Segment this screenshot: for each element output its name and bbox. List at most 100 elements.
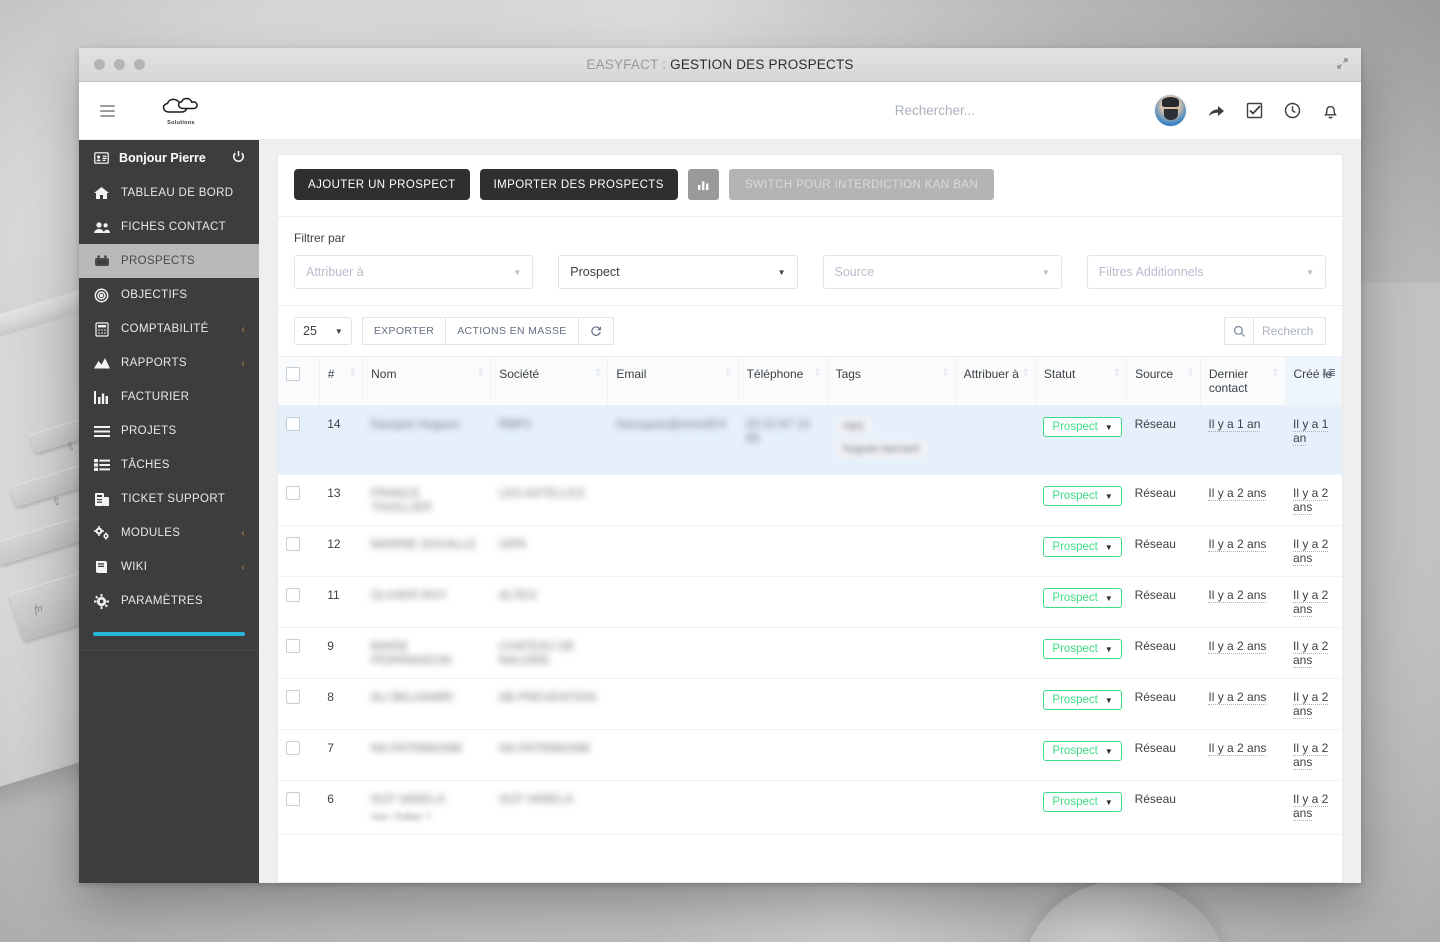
column-header-téléphone[interactable]: Téléphone ⇕ bbox=[738, 356, 828, 406]
select-all-header[interactable] bbox=[278, 356, 320, 406]
sidebar-item-objectifs[interactable]: OBJECTIFS bbox=[79, 278, 259, 312]
sidebar-item-ticket-support[interactable]: TICKET SUPPORT bbox=[79, 482, 259, 516]
tag-chip[interactable]: hugues tancard bbox=[835, 440, 927, 458]
status-badge[interactable]: Prospect ▼ bbox=[1043, 588, 1122, 608]
table-row[interactable]: 12 MARINE DOUALLE GIPA Prospect ▼ Réseau Il y … bbox=[278, 525, 1342, 577]
table-row[interactable]: 14 Dacquin Hugues RMP1 haucques@msnd9.fr 03 … bbox=[278, 405, 1342, 475]
row-statut[interactable]: Prospect ▼ bbox=[1035, 627, 1127, 679]
sidebar-item-wiki[interactable]: WIKI ‹ bbox=[79, 550, 259, 584]
row-statut[interactable]: Prospect ▼ bbox=[1035, 474, 1127, 526]
row-subaction[interactable]: Voir / Editer ? bbox=[371, 812, 431, 823]
status-badge[interactable]: Prospect ▼ bbox=[1043, 741, 1122, 761]
select-all-checkbox[interactable] bbox=[286, 367, 300, 381]
export-button[interactable]: EXPORTER bbox=[361, 317, 447, 345]
sort-icon[interactable]: ⇕ bbox=[724, 368, 732, 379]
bar-chart-icon-button[interactable] bbox=[687, 169, 719, 200]
column-header-statut[interactable]: Statut ⇕ bbox=[1035, 356, 1128, 406]
row-checkbox[interactable] bbox=[286, 741, 300, 755]
row-select-cell[interactable] bbox=[278, 525, 320, 577]
table-row[interactable]: 11 OLIVIER ROY ALTEO Prospect ▼ Réseau Il y a … bbox=[278, 576, 1342, 628]
brand-logo[interactable]: Solutions bbox=[135, 95, 227, 126]
per-page-select[interactable]: 25 ▼ bbox=[294, 317, 352, 345]
column-header-attribuer-à[interactable]: Attribuer à ⇕ bbox=[955, 356, 1036, 406]
sidebar-item-projets[interactable]: PROJETS bbox=[79, 414, 259, 448]
expand-icon[interactable] bbox=[1336, 57, 1349, 72]
sidebar-item-modules[interactable]: MODULES ‹ bbox=[79, 516, 259, 550]
hamburger-icon[interactable] bbox=[79, 104, 135, 117]
checkbox-icon[interactable] bbox=[1246, 102, 1263, 119]
column-header-société[interactable]: Société ⇕ bbox=[490, 356, 609, 406]
sidebar-item-comptabilit[interactable]: COMPTABILITÉ ‹ bbox=[79, 312, 259, 346]
row-checkbox[interactable] bbox=[286, 537, 300, 551]
status-badge[interactable]: Prospect ▼ bbox=[1043, 417, 1122, 437]
sort-icon[interactable]: ⇩≣ bbox=[1320, 368, 1336, 379]
global-search-input[interactable]: Rechercher... bbox=[895, 103, 1155, 118]
refresh-icon-button[interactable] bbox=[577, 317, 614, 345]
maximize-button[interactable] bbox=[134, 59, 145, 70]
sort-icon[interactable]: ⇕ bbox=[349, 368, 357, 379]
filter-select-1[interactable]: Prospect ▼ bbox=[558, 255, 798, 289]
column-header-créé-le[interactable]: Créé le ⇩≣ bbox=[1285, 356, 1342, 406]
add-prospect-button[interactable]: AJOUTER UN PROSPECT bbox=[294, 169, 470, 200]
kanban-switch-button[interactable]: SWITCH POUR INTERDICTION KAN BAN bbox=[728, 169, 995, 200]
sort-icon[interactable]: ⇕ bbox=[594, 368, 602, 379]
row-select-cell[interactable] bbox=[278, 729, 320, 781]
row-statut[interactable]: Prospect ▼ bbox=[1035, 729, 1127, 781]
row-checkbox[interactable] bbox=[286, 639, 300, 653]
table-row[interactable]: 13 FRANCE THUILLIER LES ASTELLES Prospect ▼ R… bbox=[278, 474, 1342, 526]
row-select-cell[interactable] bbox=[278, 405, 320, 475]
row-select-cell[interactable] bbox=[278, 474, 320, 526]
row-statut[interactable]: Prospect ▼ bbox=[1035, 678, 1127, 730]
table-search-input[interactable] bbox=[1254, 317, 1326, 345]
window-traffic-lights[interactable] bbox=[79, 59, 145, 70]
row-select-cell[interactable] bbox=[278, 576, 320, 628]
sidebar-item-fiches-contact[interactable]: FICHES CONTACT bbox=[79, 210, 259, 244]
tag-chip[interactable]: mp1 bbox=[835, 417, 873, 435]
share-icon[interactable] bbox=[1207, 102, 1225, 120]
row-statut[interactable]: Prospect ▼ bbox=[1035, 780, 1127, 835]
filter-select-0[interactable]: Attribuer à ▼ bbox=[294, 255, 534, 289]
import-prospects-button[interactable]: IMPORTER DES PROSPECTS bbox=[479, 169, 678, 200]
column-header-tags[interactable]: Tags ⇕ bbox=[827, 356, 956, 406]
table-scroll-area[interactable]: # ⇕ Nom ⇕ Société ⇕ Email ⇕ Téléphone ⇕ Tags ⇕ Attri… bbox=[278, 356, 1342, 882]
sort-icon[interactable]: ⇕ bbox=[1113, 368, 1121, 379]
row-checkbox[interactable] bbox=[286, 690, 300, 704]
column-header-email[interactable]: Email ⇕ bbox=[607, 356, 739, 406]
sidebar-item-facturier[interactable]: FACTURIER bbox=[79, 380, 259, 414]
column-header-dernier-contact[interactable]: Dernier contact ⇕ bbox=[1200, 356, 1286, 406]
sort-icon[interactable]: ⇕ bbox=[1022, 368, 1030, 379]
clock-icon[interactable] bbox=[1284, 102, 1301, 119]
sidebar-item-param-tres[interactable]: PARAMÈTRES bbox=[79, 584, 259, 618]
column-header-source[interactable]: Source ⇕ bbox=[1126, 356, 1201, 406]
row-select-cell[interactable] bbox=[278, 780, 320, 835]
power-icon[interactable] bbox=[232, 150, 245, 166]
row-select-cell[interactable] bbox=[278, 627, 320, 679]
sidebar-item-prospects[interactable]: PROSPECTS bbox=[79, 244, 259, 278]
sort-icon[interactable]: ⇕ bbox=[1186, 368, 1194, 379]
row-select-cell[interactable] bbox=[278, 678, 320, 730]
row-statut[interactable]: Prospect ▼ bbox=[1035, 576, 1127, 628]
status-badge[interactable]: Prospect ▼ bbox=[1043, 690, 1122, 710]
row-checkbox[interactable] bbox=[286, 417, 300, 431]
table-row[interactable]: 6 SCP VARELAVoir / Editer ? SCP VARELA Pros… bbox=[278, 780, 1342, 835]
close-button[interactable] bbox=[94, 59, 105, 70]
row-checkbox[interactable] bbox=[286, 792, 300, 806]
row-statut[interactable]: Prospect ▼ bbox=[1035, 525, 1127, 577]
row-checkbox[interactable] bbox=[286, 486, 300, 500]
row-statut[interactable]: Prospect ▼ bbox=[1035, 405, 1127, 475]
sort-icon[interactable]: ⇕ bbox=[941, 368, 949, 379]
table-row[interactable]: 8 ALI BELHAMRI AB PREVENTION Prospect ▼ Résea… bbox=[278, 678, 1342, 730]
filter-select-3[interactable]: Filtres Additionnels ▼ bbox=[1086, 255, 1326, 289]
status-badge[interactable]: Prospect ▼ bbox=[1043, 792, 1122, 812]
search-icon[interactable] bbox=[1224, 317, 1254, 345]
table-row[interactable]: 9 MARIE PERRINGEON CHATEAU DE NAUJIRE Prosp… bbox=[278, 627, 1342, 679]
filter-select-2[interactable]: Source ▼ bbox=[822, 255, 1062, 289]
minimize-button[interactable] bbox=[114, 59, 125, 70]
sort-icon[interactable]: ⇕ bbox=[813, 368, 821, 379]
sort-icon[interactable]: ⇕ bbox=[1271, 368, 1279, 379]
table-row[interactable]: 7 NA PATRIMOINE NA PATRIMOINE Prospect ▼ Rése… bbox=[278, 729, 1342, 781]
column-header-[interactable]: # ⇕ bbox=[319, 356, 364, 406]
status-badge[interactable]: Prospect ▼ bbox=[1043, 537, 1122, 557]
user-avatar[interactable] bbox=[1155, 95, 1186, 126]
sidebar-item-rapports[interactable]: RAPPORTS ‹ bbox=[79, 346, 259, 380]
